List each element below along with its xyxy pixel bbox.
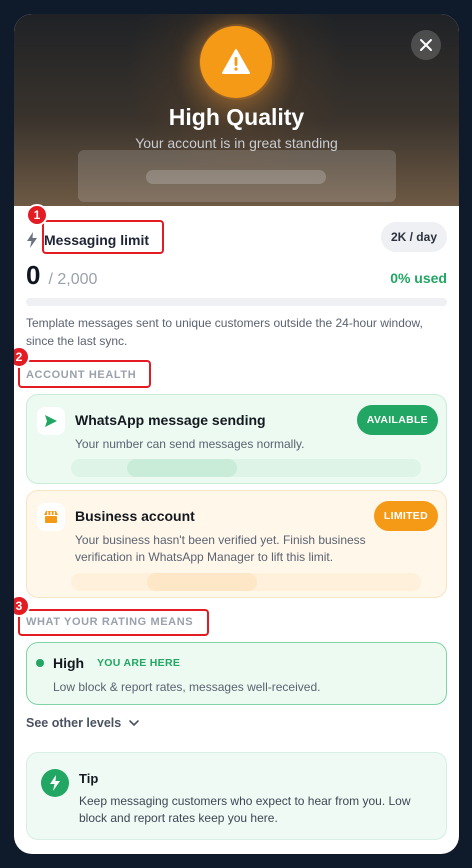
warning-icon [222, 49, 250, 74]
store-icon [44, 511, 58, 523]
lightning-icon [50, 775, 60, 791]
see-other-levels-button[interactable]: See other levels [26, 716, 141, 730]
messages-sent-count: 0 [26, 260, 41, 290]
current-rating-card: High YOU ARE HERE Low block & report rat… [26, 642, 447, 705]
annotation-box-3 [18, 609, 209, 636]
close-icon [420, 39, 432, 51]
message-sending-text: Your number can send messages normally. [75, 437, 305, 451]
messaging-limit-description: Template messages sent to unique custome… [26, 316, 423, 348]
message-sending-card: WhatsApp message sending Your number can… [26, 394, 447, 484]
you-are-here-label: YOU ARE HERE [97, 657, 181, 669]
annotation-box-2 [18, 360, 151, 388]
rating-description: Low block & report rates, messages well-… [53, 680, 321, 694]
business-account-text: Your business hasn't been verified yet. … [75, 533, 366, 564]
annotation-box-1 [42, 220, 164, 254]
rating-level: High [53, 655, 85, 671]
tip-title: Tip [79, 771, 99, 786]
usage-progress-bar [26, 298, 447, 306]
hero-header: High Quality Your account is in great st… [14, 14, 459, 206]
quality-title: High Quality [168, 104, 305, 130]
redacted-value [127, 459, 237, 477]
business-account-title: Business account [75, 508, 195, 524]
message-sending-title: WhatsApp message sending [75, 412, 266, 428]
messages-limit-total: / 2,000 [48, 271, 98, 288]
available-status-badge: AVAILABLE [356, 405, 438, 435]
close-button[interactable] [411, 30, 441, 60]
message-count: 0 / 2,000 [26, 260, 97, 291]
quality-panel: High Quality Your account is in great st… [14, 14, 459, 854]
annotation-marker-1: 1 [26, 204, 48, 226]
see-other-levels-label: See other levels [26, 716, 122, 730]
warning-badge [200, 26, 272, 98]
send-icon [45, 415, 57, 427]
business-account-card: Business account Your business hasn't be… [26, 490, 447, 598]
redacted-value [147, 573, 257, 591]
redacted-phone-number [78, 150, 396, 202]
redacted-row [71, 459, 421, 477]
store-icon-badge [37, 503, 65, 531]
tip-card: Tip Keep messaging customers who expect … [26, 752, 447, 840]
chevron-down-icon [129, 720, 140, 727]
limited-status-badge: LIMITED [373, 501, 438, 531]
usage-percent: 0% used [390, 270, 447, 286]
quality-subtitle: Your account is in great standing [135, 135, 338, 151]
tip-badge [41, 769, 69, 797]
tip-text: Keep messaging customers who expect to h… [79, 794, 411, 825]
daily-limit-pill: 2K / day [380, 222, 447, 252]
current-level-dot [36, 659, 44, 667]
lightning-icon [27, 232, 37, 248]
send-icon-badge [37, 407, 65, 435]
